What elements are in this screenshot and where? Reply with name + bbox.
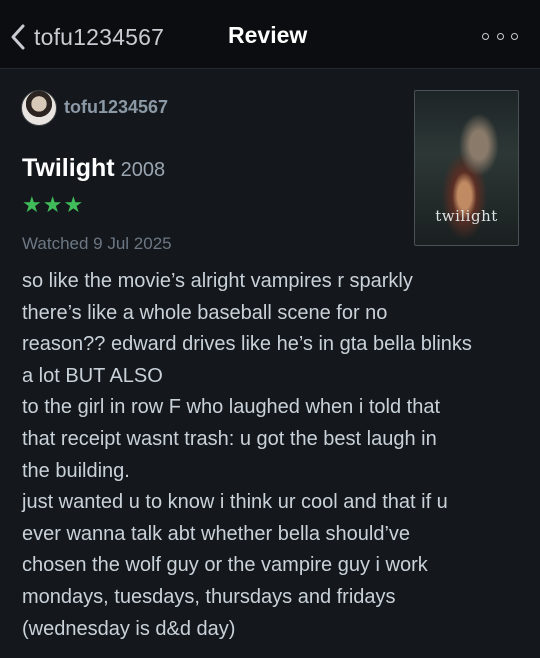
review-line: chosen the wolf guy or the vampire guy i… — [22, 554, 428, 577]
review-line: ever wanna talk abt whether bella should… — [22, 522, 411, 545]
chevron-left-icon — [11, 24, 25, 50]
more-dot-icon — [496, 32, 504, 40]
more-dot-icon — [482, 32, 489, 40]
top-navigation-bar: tofu1234567 Review — [0, 0, 540, 69]
back-button[interactable]: tofu1234567 — [10, 20, 164, 54]
page-title: Review — [228, 22, 308, 48]
author-username[interactable]: tofu1234567 — [64, 97, 168, 118]
film-poster[interactable]: twilight — [414, 90, 519, 246]
review-line: mondays, tuesdays, thursdays and fridays — [22, 585, 396, 608]
watched-date: Watched 9 Jul 2025 — [22, 234, 172, 253]
more-options-button[interactable] — [482, 29, 518, 43]
review-line: the building. — [22, 459, 130, 482]
review-line: a lot BUT ALSO — [22, 364, 163, 387]
poster-title-text: twilight — [435, 207, 498, 225]
review-line: reason?? edward drives like he’s in gta … — [22, 333, 472, 356]
star-rating: ★★★ — [22, 192, 85, 217]
review-body: so like the movie’s alright vampires r s… — [22, 266, 532, 645]
film-year: 2008 — [120, 159, 166, 181]
more-dot-icon — [511, 32, 518, 40]
review-line: to the girl in row F who laughed when i … — [22, 396, 441, 419]
review-line: just wanted u to know i think ur cool an… — [22, 491, 448, 514]
film-title-text: Twilight — [22, 154, 115, 182]
review-line: there’s like a whole baseball scene for … — [22, 301, 388, 324]
film-title[interactable]: Twilight 2008 — [22, 154, 165, 183]
review-line: that receipt wasnt trash: u got the best… — [22, 427, 437, 450]
review-line: so like the movie’s alright vampires r s… — [22, 270, 413, 292]
back-button-label: tofu1234567 — [34, 23, 165, 50]
review-line: (wednesday is d&d day) — [22, 617, 236, 640]
avatar[interactable] — [21, 90, 57, 126]
